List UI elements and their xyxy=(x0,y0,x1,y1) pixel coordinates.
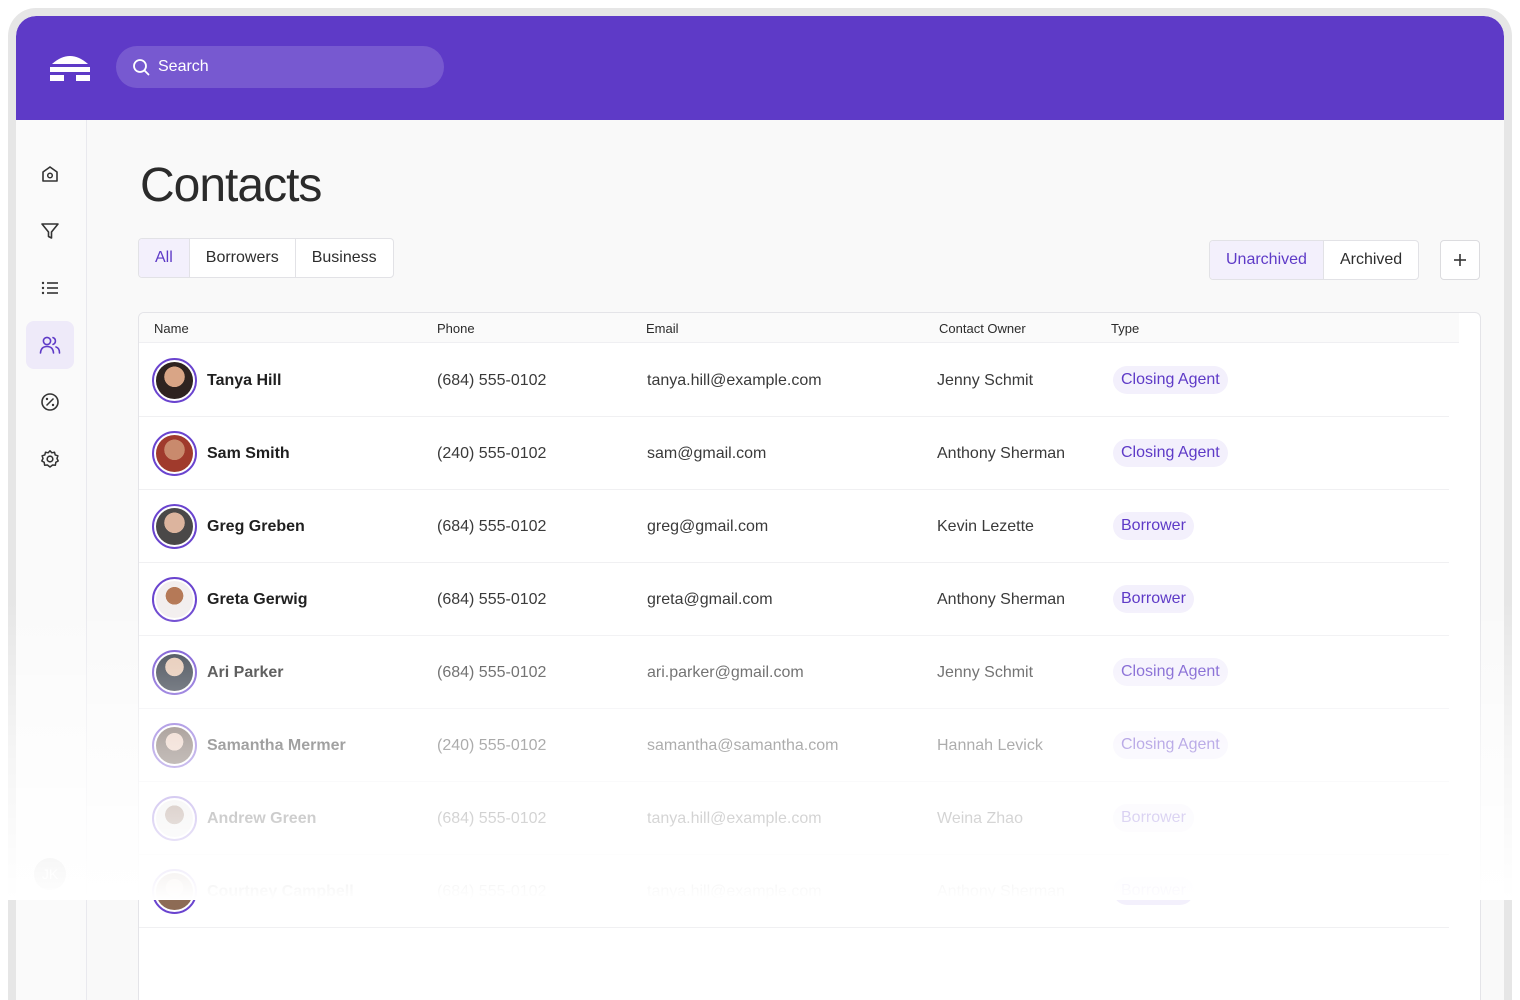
main-content: Contacts All Borrowers Business Unarchiv… xyxy=(87,120,1504,1000)
page-title: Contacts xyxy=(140,159,322,212)
filter-icon xyxy=(41,223,59,239)
table-row[interactable]: Courtney Campbell (684) 555-0102 tanya.h… xyxy=(139,855,1449,928)
users-icon xyxy=(39,336,61,354)
contact-phone: (684) 555-0102 xyxy=(437,664,547,681)
contact-email[interactable]: greg@gmail.com xyxy=(647,518,768,536)
nav-contacts[interactable] xyxy=(26,321,74,369)
table-header: Name Phone Email Contact Owner Type xyxy=(139,313,1459,343)
type-badge: Closing Agent xyxy=(1113,439,1228,467)
nav-rates[interactable] xyxy=(26,378,74,426)
tab-business[interactable]: Business xyxy=(294,239,393,277)
contact-owner: Anthony Sherman xyxy=(937,591,1066,608)
contact-email[interactable]: sam@gmail.com xyxy=(647,445,766,463)
top-bar: Search xyxy=(16,16,1504,120)
type-badge: Closing Agent xyxy=(1113,366,1228,394)
nav-home[interactable] xyxy=(26,150,74,198)
avatar xyxy=(152,723,197,768)
contact-phone: (684) 555-0102 xyxy=(437,518,547,535)
contact-owner: Weina Zhao xyxy=(937,810,1023,827)
contact-name[interactable]: Samantha Mermer xyxy=(207,737,346,755)
nav-list[interactable] xyxy=(26,264,74,312)
type-badge: Borrower xyxy=(1113,585,1194,613)
contact-email[interactable]: samantha@samantha.com xyxy=(647,737,838,755)
contact-owner: Anthony Sherman xyxy=(937,883,1066,900)
table-row[interactable]: Tanya Hill (684) 555-0102 tanya.hill@exa… xyxy=(139,344,1449,417)
table-row[interactable]: Sam Smith (240) 555-0102 sam@gmail.com A… xyxy=(139,417,1449,490)
type-badge: Borrower xyxy=(1113,804,1194,832)
avatar xyxy=(152,358,197,403)
contact-name[interactable]: Sam Smith xyxy=(207,445,290,463)
contact-name[interactable]: Ari Parker xyxy=(207,664,284,682)
avatar xyxy=(152,869,197,914)
list-icon xyxy=(41,281,58,295)
contact-name[interactable]: Andrew Green xyxy=(207,810,316,828)
contact-name[interactable]: Greta Gerwig xyxy=(207,591,307,609)
contact-phone: (240) 555-0102 xyxy=(437,737,547,754)
contacts-table: Name Phone Email Contact Owner Type Tany… xyxy=(138,312,1481,1000)
app-window: Search JK Contacts All Borrowers Busines… xyxy=(8,8,1512,1000)
type-badge: Closing Agent xyxy=(1113,731,1228,759)
add-contact-button[interactable] xyxy=(1440,240,1480,280)
contact-phone: (684) 555-0102 xyxy=(437,372,547,389)
plus-icon xyxy=(1454,254,1466,266)
column-header-owner[interactable]: Contact Owner xyxy=(939,321,1026,336)
type-badge: Borrower xyxy=(1113,877,1194,905)
user-avatar[interactable]: JK xyxy=(34,858,66,890)
nav-settings[interactable] xyxy=(26,435,74,483)
column-header-phone[interactable]: Phone xyxy=(437,321,475,336)
sidebar: JK xyxy=(16,120,87,1000)
contact-phone: (684) 555-0102 xyxy=(437,810,547,827)
home-icon xyxy=(42,166,58,182)
contact-owner: Hannah Levick xyxy=(937,737,1043,754)
table-row[interactable]: Samantha Mermer (240) 555-0102 samantha@… xyxy=(139,709,1449,782)
table-row[interactable]: Greg Greben (684) 555-0102 greg@gmail.co… xyxy=(139,490,1449,563)
column-header-type[interactable]: Type xyxy=(1111,321,1139,336)
type-badge: Borrower xyxy=(1113,512,1194,540)
contact-email[interactable]: tanya.hill@example.com xyxy=(647,883,822,901)
avatar xyxy=(152,577,197,622)
contact-filter-tabs: All Borrowers Business xyxy=(138,238,394,278)
contact-owner: Jenny Schmit xyxy=(937,372,1034,389)
table-row[interactable]: Ari Parker (684) 555-0102 ari.parker@gma… xyxy=(139,636,1449,709)
table-row[interactable]: Andrew Green (684) 555-0102 tanya.hill@e… xyxy=(139,782,1449,855)
avatar xyxy=(152,650,197,695)
avatar xyxy=(152,431,197,476)
tab-archived[interactable]: Archived xyxy=(1322,241,1418,279)
table-row[interactable]: Greta Gerwig (684) 555-0102 greta@gmail.… xyxy=(139,563,1449,636)
gear-icon xyxy=(41,450,59,468)
search-icon xyxy=(133,59,150,76)
contact-name[interactable]: Tanya Hill xyxy=(207,372,281,390)
contact-email[interactable]: ari.parker@gmail.com xyxy=(647,664,804,682)
contact-owner: Jenny Schmit xyxy=(937,664,1034,681)
contact-name[interactable]: Courtney Campbell xyxy=(207,883,354,901)
archive-toggle: Unarchived Archived xyxy=(1209,240,1420,280)
tab-unarchived[interactable]: Unarchived xyxy=(1210,241,1323,279)
contact-email[interactable]: tanya.hill@example.com xyxy=(647,372,822,390)
nav-filter[interactable] xyxy=(26,207,74,255)
column-header-email[interactable]: Email xyxy=(646,321,679,336)
search-placeholder: Search xyxy=(158,58,209,75)
percent-icon xyxy=(41,393,59,411)
contact-name[interactable]: Greg Greben xyxy=(207,518,305,536)
tab-all[interactable]: All xyxy=(139,239,189,277)
avatar xyxy=(152,504,197,549)
contact-email[interactable]: tanya.hill@example.com xyxy=(647,810,822,828)
contact-owner: Anthony Sherman xyxy=(937,445,1066,462)
search-input[interactable]: Search xyxy=(116,46,444,88)
type-badge: Closing Agent xyxy=(1113,658,1228,686)
contact-phone: (240) 555-0102 xyxy=(437,445,547,462)
contact-email[interactable]: greta@gmail.com xyxy=(647,591,773,609)
contact-phone: (684) 555-0102 xyxy=(437,591,547,608)
avatar xyxy=(152,796,197,841)
contact-phone: (684) 555-0102 xyxy=(437,883,547,900)
contact-owner: Kevin Lezette xyxy=(937,518,1034,535)
logo-icon[interactable] xyxy=(48,54,92,82)
tab-borrowers[interactable]: Borrowers xyxy=(188,239,295,277)
column-header-name[interactable]: Name xyxy=(154,321,189,336)
